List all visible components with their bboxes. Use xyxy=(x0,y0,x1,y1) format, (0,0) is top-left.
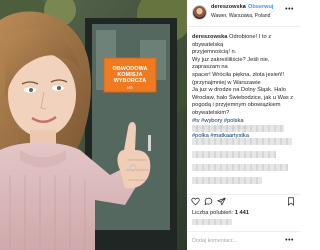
post-timestamp xyxy=(192,219,232,225)
caption-line: spacer! Wróciła piękna, złota jesień!! xyxy=(192,71,285,78)
caption-line: pogodą i przyjemnym obowiązkiem xyxy=(192,102,281,109)
photo-canvas xyxy=(0,0,187,250)
share-icon[interactable] xyxy=(217,197,226,206)
caption-username[interactable]: dereszowska xyxy=(192,34,227,40)
comment-icon[interactable] xyxy=(204,197,213,206)
bookmark-icon[interactable] xyxy=(287,197,295,206)
sign-line-2: KOMISJA WYBORCZA xyxy=(113,72,147,84)
likes-count[interactable]: Liczba polubień: 1 441 xyxy=(192,210,249,216)
likes-number: 1 441 xyxy=(234,210,249,216)
post-username[interactable]: dereszowska xyxy=(211,4,246,10)
post-side-panel: dereszowska • Obserwuj Wawer, Warszawa, … xyxy=(187,0,300,250)
post-photo[interactable]: OBWODOWA KOMISJA WYBORCZA NR xyxy=(0,0,187,250)
caption-line: Wrocław, halo Świebodzice, jak u Was z xyxy=(192,94,294,101)
blurred-comment xyxy=(192,164,288,171)
caption-line: Ja juz w drodze na Dolny Śląsk. Halo xyxy=(192,87,286,94)
header-separator: • xyxy=(243,4,245,10)
divider xyxy=(187,194,300,195)
post-header: dereszowska • Obserwuj Wawer, Warszawa, … xyxy=(187,0,300,27)
follow-button[interactable]: Obserwuj xyxy=(248,4,274,10)
caption-line: obywatelskim? xyxy=(192,109,230,116)
comment-box: ••• xyxy=(187,231,300,250)
avatar[interactable] xyxy=(192,5,207,20)
heart-icon[interactable] xyxy=(191,197,200,206)
comment-input[interactable] xyxy=(192,236,282,246)
likes-label: Liczba polubień: xyxy=(192,210,234,216)
blurred-comment xyxy=(192,177,262,184)
ballot-sign-text: OBWODOWA KOMISJA WYBORCZA NR xyxy=(106,66,154,91)
sign-line-3: NR xyxy=(127,85,133,90)
blurred-comment xyxy=(192,151,276,158)
ellipsis-icon[interactable]: ••• xyxy=(285,237,294,244)
caption-line: przyjemnością! n. xyxy=(192,49,237,56)
caption-line: Wy juz zakreśliliście? Jeśli nie, zapras… xyxy=(192,56,270,71)
blurred-comment xyxy=(192,138,292,145)
ellipsis-icon[interactable]: ••• xyxy=(285,6,294,13)
blurred-comment xyxy=(192,125,284,132)
post-location[interactable]: Wawer, Warszawa, Poland xyxy=(211,13,270,19)
